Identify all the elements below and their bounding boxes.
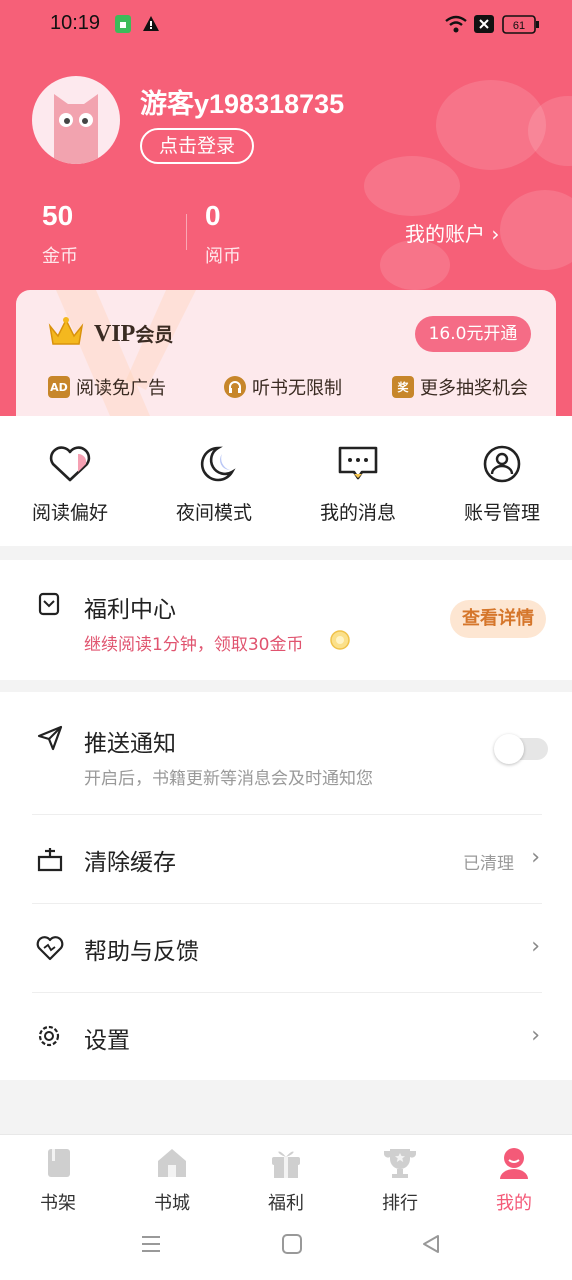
status-bar: 10:19 61 [0,0,572,52]
tab-welfare[interactable]: 福利 [236,1145,336,1215]
vip-decor [56,290,196,430]
settings-title: 设置 [84,1028,130,1054]
tab-bookshelf[interactable]: 书架 [8,1145,108,1215]
quick-night-mode[interactable]: 夜间模式 [154,444,274,525]
broom-icon [36,845,64,877]
chevron-right-icon: › [531,934,540,959]
vip-title-prefix: VIP [94,321,136,347]
no-signal-icon [474,15,494,37]
profile-icon [500,1148,528,1179]
tab-mine[interactable]: 我的 [464,1145,564,1215]
username: 游客y198318735 [140,89,345,119]
tab-label: 我的 [496,1193,532,1214]
login-button[interactable]: 点击登录 [140,128,254,164]
chevron-right-icon: › [531,1023,540,1048]
toggle-knob [494,734,524,764]
home-icon[interactable] [281,1233,303,1259]
paper-plane-icon [36,724,64,756]
push-toggle[interactable] [494,734,548,764]
tab-label: 书城 [154,1193,190,1214]
back-icon[interactable] [420,1233,442,1259]
quick-account-management[interactable]: 账号管理 [442,444,562,525]
cat-avatar-icon [54,94,98,164]
vip-perk-label: 阅读免广告 [76,378,166,399]
headphone-icon [224,376,246,398]
vip-title: VIP会员 [94,320,173,348]
tab-label: 福利 [268,1193,304,1214]
sim-icon [114,14,132,38]
coins-value[interactable]: 50 [42,200,73,232]
avatar[interactable] [32,76,120,164]
vip-perk-no-ads: AD 阅读免广告 [48,374,166,400]
menu-icon[interactable] [140,1233,162,1259]
vip-perk-label: 更多抽奖机会 [420,378,528,399]
heart-icon [49,446,91,482]
quick-label: 夜间模式 [175,502,252,524]
tab-bookstore[interactable]: 书城 [122,1145,222,1215]
vip-perk-label: 听书无限制 [252,378,342,399]
vip-perk-lottery: 奖 更多抽奖机会 [392,374,528,400]
stat-divider [186,214,187,250]
battery-level: 61 [513,20,525,32]
gift-icon [272,1151,300,1178]
settings-card: 推送通知 开启后，书籍更新等消息会及时通知您 清除缓存 已清理 › 帮助与反馈 … [0,692,572,1080]
welfare-detail-button[interactable]: 查看详情 [450,600,546,638]
reading-coins-value[interactable]: 0 [205,200,221,232]
coins-label: 金币 [42,246,78,267]
quick-reading-preference[interactable]: 阅读偏好 [10,444,130,525]
wallet-icon [38,592,62,620]
bottom-navigation: 书架 书城 福利 排行 我的 [0,1134,572,1280]
vip-perk-audiobook: 听书无限制 [224,374,342,400]
vip-card[interactable]: VIP会员 16.0元开通 AD 阅读免广告 听书无限制 奖 更多抽奖机会 [16,290,556,430]
push-subtitle: 开启后，书籍更新等消息会及时通知您 [84,769,373,789]
welfare-card[interactable]: 福利中心 继续阅读1分钟，领取30金币 查看详情 [0,560,572,680]
chevron-right-icon: › [531,845,540,870]
gear-icon [36,1023,62,1053]
ad-icon: AD [48,376,70,398]
help-heart-icon [36,934,64,966]
my-account-link[interactable]: 我的账户 › [405,218,499,247]
prize-icon: 奖 [392,376,414,398]
moon-icon [200,446,236,482]
bookshelf-icon [48,1149,70,1177]
tab-label: 排行 [382,1193,418,1214]
warning-icon [142,15,160,37]
bookstore-icon [158,1149,186,1177]
message-icon [338,446,378,480]
battery-icon: 61 [502,15,540,39]
cache-title: 清除缓存 [84,850,176,876]
welfare-subtitle: 继续阅读1分钟，领取30金币 [84,635,304,655]
clear-cache-row[interactable]: 清除缓存 已清理 › [0,815,572,903]
coin-icon [330,630,350,654]
settings-row[interactable]: 设置 › [0,993,572,1080]
vip-open-button[interactable]: 16.0元开通 [415,316,531,352]
quick-label: 账号管理 [463,502,540,524]
trophy-icon [383,1149,417,1178]
welfare-title: 福利中心 [84,597,176,623]
crown-icon [48,316,84,352]
quick-label: 阅读偏好 [31,502,108,524]
help-feedback-row[interactable]: 帮助与反馈 › [0,904,572,992]
help-title: 帮助与反馈 [84,939,199,965]
push-title: 推送通知 [84,731,176,757]
decor-blob [500,190,572,270]
reading-coins-label: 阅币 [205,246,241,267]
quick-label: 我的消息 [319,502,396,524]
vip-title-suffix: 会员 [135,324,174,346]
tab-label: 书架 [40,1193,76,1214]
quick-my-messages[interactable]: 我的消息 [298,444,418,525]
tab-ranking[interactable]: 排行 [350,1145,450,1215]
quick-actions: 阅读偏好 夜间模式 我的消息 账号管理 [0,416,572,546]
account-icon [483,445,521,483]
wifi-icon [444,14,468,38]
cache-status: 已清理 [463,854,514,874]
decor-blob [380,240,450,290]
decor-blob [364,156,460,216]
status-time: 10:19 [50,12,101,34]
